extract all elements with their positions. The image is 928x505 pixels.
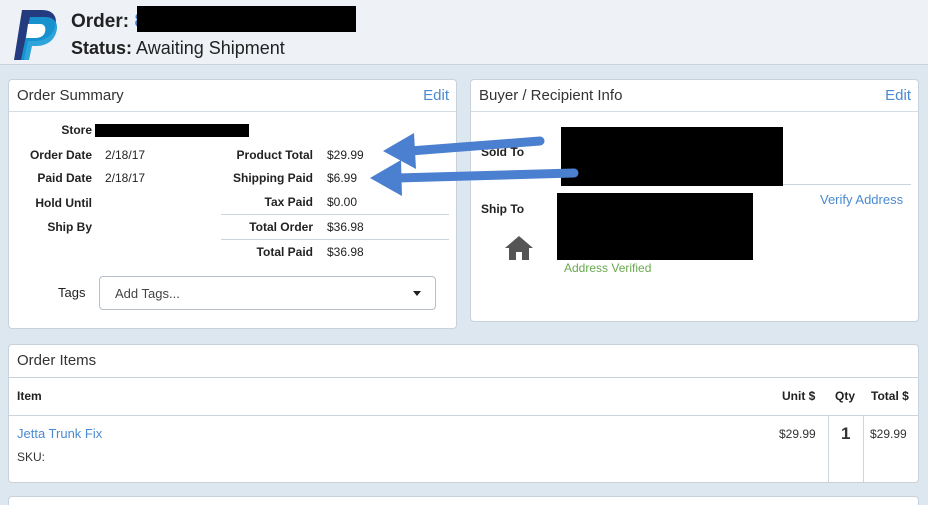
redacted-store — [95, 124, 249, 137]
address-verified-status: Address Verified — [564, 261, 652, 275]
order-items-header: Order Items — [9, 345, 918, 378]
totals-divider — [221, 239, 449, 240]
order-summary-edit-button[interactable]: Edit — [423, 87, 449, 104]
house-icon — [505, 236, 533, 260]
status-value: Awaiting Shipment — [136, 38, 285, 58]
column-header-unit[interactable]: Unit $ — [782, 389, 815, 403]
total-order-label: Total Order — [249, 220, 313, 234]
redacted-ship-to — [557, 193, 753, 260]
item-unit-price: $29.99 — [779, 427, 816, 441]
column-divider — [828, 415, 829, 482]
shipping-paid-value: $6.99 — [327, 171, 358, 185]
tags-dropdown[interactable]: Add Tags... — [99, 276, 436, 310]
item-total: $29.99 — [870, 427, 907, 441]
total-order-value: $36.98 — [327, 220, 364, 234]
order-items-panel: Order Items Item Unit $ Qty Total $ Jett… — [8, 344, 919, 483]
ship-by-label: Ship By — [47, 220, 92, 234]
tax-paid-value: $0.00 — [327, 195, 358, 209]
total-paid-label: Total Paid — [256, 245, 313, 259]
column-header-item[interactable]: Item — [17, 389, 42, 403]
order-summary-header: Order Summary Edit — [9, 80, 456, 112]
order-label: Order: — [71, 11, 130, 32]
buyer-info-header: Buyer / Recipient Info Edit — [471, 80, 918, 112]
buyer-info-title: Buyer / Recipient Info — [479, 87, 623, 104]
column-divider — [863, 415, 864, 482]
tags-label: Tags — [58, 285, 86, 300]
order-date-value: 2/18/17 — [105, 148, 146, 162]
order-items-title: Order Items — [17, 352, 97, 369]
store-label: Store — [61, 123, 92, 137]
order-summary-title: Order Summary — [17, 87, 124, 104]
redacted-sold-to — [561, 127, 783, 186]
next-panel — [8, 496, 919, 505]
redacted-order-number — [137, 6, 356, 32]
chevron-down-icon — [413, 291, 421, 296]
sold-to-label: Sold To — [481, 145, 525, 159]
tags-placeholder: Add Tags... — [115, 286, 180, 301]
product-total-label: Product Total — [236, 148, 313, 162]
buyer-divider — [783, 184, 911, 185]
table-header-divider — [9, 415, 918, 416]
order-summary-panel: Order Summary Edit Store Order Date 2/18… — [8, 79, 457, 329]
paid-date-label: Paid Date — [37, 171, 92, 185]
hold-until-label: Hold Until — [35, 196, 92, 210]
product-total-value: $29.99 — [327, 148, 364, 162]
buyer-info-edit-button[interactable]: Edit — [885, 87, 911, 104]
order-status: Status: Awaiting Shipment — [71, 38, 285, 59]
column-header-qty[interactable]: Qty — [835, 389, 855, 403]
totals-divider — [221, 214, 449, 215]
item-name-link[interactable]: Jetta Trunk Fix — [17, 426, 102, 441]
status-label: Status: — [71, 38, 133, 58]
order-number: Order: 8 — [71, 11, 145, 33]
verify-address-link[interactable]: Verify Address — [820, 192, 903, 207]
column-header-total[interactable]: Total $ — [871, 389, 909, 403]
buyer-info-panel: Buyer / Recipient Info Edit Sold To Ship… — [470, 79, 919, 322]
item-qty: 1 — [841, 424, 851, 443]
order-header: Order: 8 Status: Awaiting Shipment — [0, 0, 928, 65]
tax-paid-label: Tax Paid — [264, 195, 313, 209]
paypal-logo-icon — [14, 10, 58, 60]
order-date-label: Order Date — [29, 148, 92, 162]
paid-date-value: 2/18/17 — [105, 171, 146, 185]
ship-to-label: Ship To — [481, 202, 525, 216]
item-sku-label: SKU: — [17, 450, 46, 464]
total-paid-value: $36.98 — [327, 245, 364, 259]
shipping-paid-label: Shipping Paid — [233, 171, 313, 185]
